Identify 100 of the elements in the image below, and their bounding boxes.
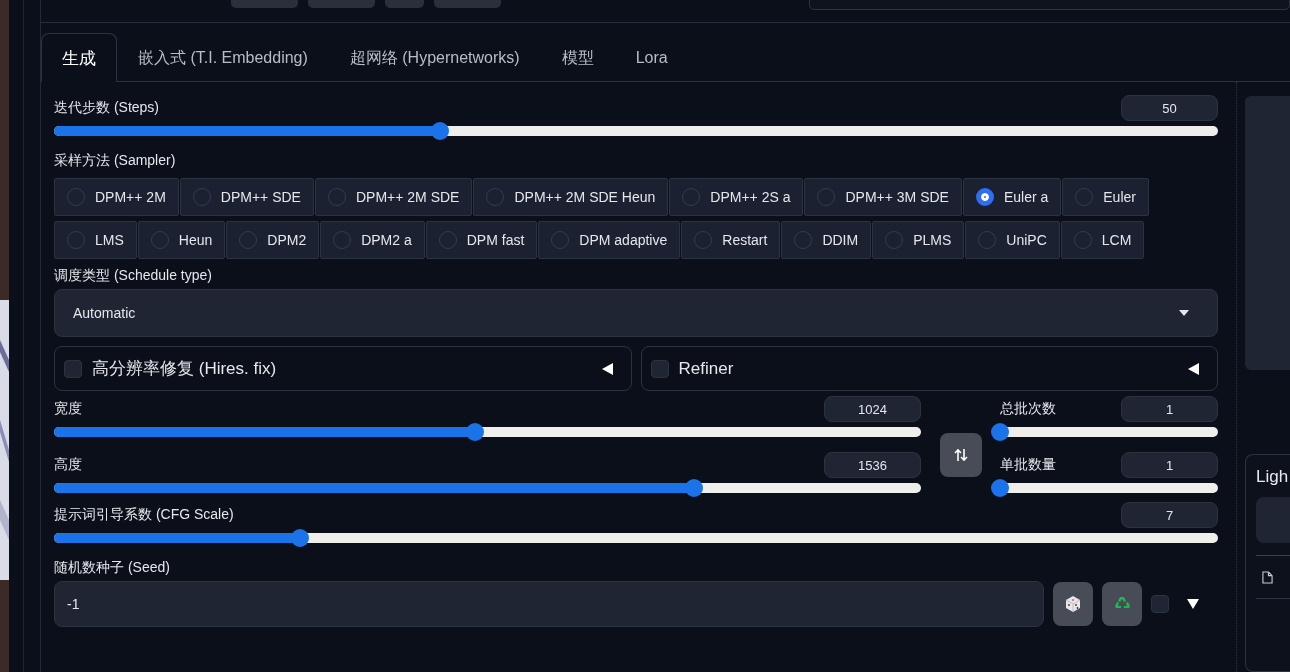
radio-option[interactable]: DPM adaptive	[538, 221, 681, 259]
slider-thumb[interactable]	[431, 122, 450, 140]
accordion-panel[interactable]: 高分辨率修复 (Hires. fix)	[54, 346, 632, 391]
tab[interactable]: 模型	[540, 33, 615, 82]
radio-button[interactable]	[978, 231, 997, 249]
tab[interactable]: 生成	[41, 33, 117, 82]
swap-button[interactable]	[940, 433, 982, 477]
radio-label: DDIM	[822, 232, 859, 248]
radio-option[interactable]: DPM++ 2M SDE Heun	[473, 178, 669, 216]
radio-button[interactable]	[239, 231, 258, 249]
checkbox[interactable]	[1151, 595, 1169, 613]
radio-option[interactable]: DPM fast	[425, 221, 538, 259]
radio-label: DPM++ 2M SDE Heun	[514, 189, 656, 205]
number-field[interactable]: 1	[1121, 396, 1218, 422]
field-label: 总批次数	[1000, 400, 1056, 418]
radio-button[interactable]	[682, 188, 701, 206]
radio-button[interactable]	[327, 188, 346, 206]
radio-button[interactable]	[438, 231, 457, 249]
slider-thumb[interactable]	[684, 479, 703, 497]
radio-button[interactable]	[975, 188, 994, 206]
radio-option[interactable]: Restart	[681, 221, 781, 259]
radio-button[interactable]	[551, 231, 570, 249]
radio-option[interactable]: LCM	[1060, 221, 1145, 259]
seed-field[interactable]: -1	[54, 581, 1044, 627]
file-icon	[1262, 570, 1273, 584]
checkbox[interactable]	[64, 359, 82, 378]
radio-button[interactable]	[817, 188, 836, 206]
radio-option[interactable]: DPM++ 2M SDE	[314, 178, 473, 216]
slider-thumb[interactable]	[991, 479, 1009, 497]
number-field[interactable]: 1536	[824, 452, 921, 478]
radio-label: DPM fast	[466, 232, 525, 248]
swap-arrows-icon	[953, 447, 969, 463]
radio-label: Restart	[722, 232, 768, 248]
radio-label: DPM adaptive	[579, 232, 668, 248]
input-field[interactable]	[1256, 497, 1290, 544]
field-label: 采样方法 (Sampler)	[54, 152, 176, 170]
radio-label: LMS	[95, 232, 124, 248]
radio-label: DPM++ 2M SDE	[355, 189, 460, 205]
radio-button[interactable]	[1075, 188, 1094, 206]
radio-option[interactable]: UniPC	[965, 221, 1060, 259]
radio-option[interactable]: DPM++ 2M	[54, 178, 179, 216]
radio-label: LCM	[1101, 232, 1132, 248]
radio-label: Heun	[178, 232, 213, 248]
radio-label: DPM++ 2S a	[710, 189, 791, 205]
radio-label: DPM2	[267, 232, 307, 248]
radio-label: PLMS	[913, 232, 952, 248]
radio-option[interactable]: DDIM	[781, 221, 872, 259]
radio-option[interactable]: LMS	[54, 221, 137, 259]
field-label: 调度类型 (Schedule type)	[54, 267, 212, 285]
slider-thumb[interactable]	[466, 423, 485, 441]
reuse-button[interactable]	[1102, 582, 1142, 626]
checkbox[interactable]	[650, 359, 669, 378]
tab[interactable]: 嵌入式 (T.I. Embedding)	[117, 33, 329, 82]
number-field[interactable]: 50	[1121, 95, 1218, 121]
dropdown-value: Automatic	[73, 305, 136, 321]
random-button[interactable]	[1053, 582, 1093, 626]
tab[interactable]: Lora	[614, 33, 689, 82]
radio-option[interactable]: DPM++ 3M SDE	[804, 178, 962, 216]
radio-option[interactable]: DPM2	[226, 221, 320, 259]
accordion-panel[interactable]: Refiner	[640, 346, 1218, 391]
caret-icon	[1179, 310, 1189, 316]
radio-option[interactable]: DPM++ 2S a	[669, 178, 804, 216]
radio-button[interactable]	[1073, 231, 1092, 249]
field-label: 单批数量	[1000, 456, 1056, 474]
radio-button[interactable]	[333, 231, 352, 249]
radio-option[interactable]: DPM2 a	[320, 221, 425, 259]
radio-label: Euler a	[1003, 189, 1049, 205]
number-field[interactable]: 1024	[824, 396, 921, 422]
radio-option[interactable]: Euler a	[962, 178, 1062, 216]
slider-thumb[interactable]	[991, 423, 1009, 441]
number-field[interactable]: 7	[1121, 502, 1218, 528]
radio-button[interactable]	[67, 188, 85, 206]
field-label: 高度	[54, 456, 82, 474]
radio-option[interactable]: Euler	[1062, 178, 1149, 216]
radio-label: DPM++ SDE	[220, 189, 301, 205]
radio-button[interactable]	[150, 231, 169, 249]
slider-thumb[interactable]	[290, 529, 309, 547]
radio-label: DPM++ 3M SDE	[845, 189, 949, 205]
radio-button[interactable]	[885, 231, 904, 249]
radio-option[interactable]: DPM++ SDE	[179, 178, 314, 216]
dropdown[interactable]: Automatic	[54, 289, 1218, 337]
dice-icon	[1063, 594, 1083, 614]
radio-button[interactable]	[694, 231, 713, 249]
radio-button[interactable]	[486, 188, 505, 206]
accordion-label: Refiner	[678, 358, 735, 379]
field-label: 提示词引导系数 (CFG Scale)	[54, 506, 234, 524]
field-label: 宽度	[54, 400, 82, 418]
number-field[interactable]: 1	[1121, 452, 1218, 478]
radio-button[interactable]	[67, 231, 85, 249]
field-label: 迭代步数 (Steps)	[54, 99, 159, 117]
radio-option[interactable]: Heun	[137, 221, 226, 259]
radio-label: UniPC	[1006, 232, 1047, 248]
radio-button[interactable]	[192, 188, 211, 206]
radio-option[interactable]: PLMS	[872, 221, 965, 259]
accordion-label: 高分辨率修复 (Hires. fix)	[92, 358, 278, 380]
tab[interactable]: 超网络 (Hypernetworks)	[328, 33, 541, 82]
radio-button[interactable]	[794, 231, 813, 249]
radio-label: Euler	[1103, 189, 1136, 205]
radio-label: DPM2 a	[361, 232, 412, 248]
caret-icon	[1187, 599, 1199, 609]
